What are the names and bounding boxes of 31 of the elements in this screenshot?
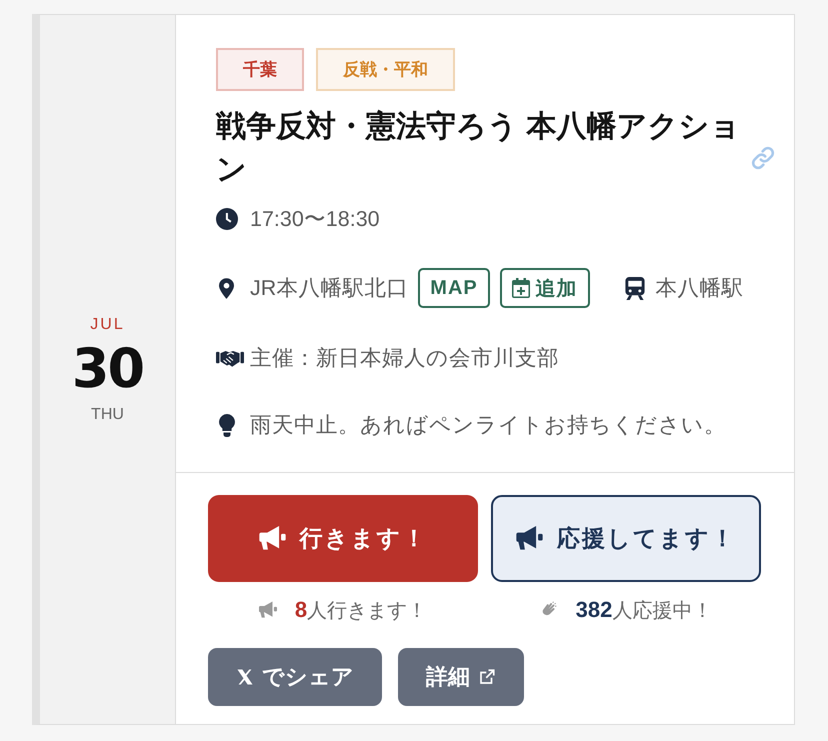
map-button[interactable]: MAP: [418, 268, 490, 308]
event-note: 雨天中止。あればペンライトお持ちください。: [250, 412, 726, 439]
support-button[interactable]: 応援してます！: [491, 495, 761, 582]
going-count: 8人行きます！: [294, 596, 428, 624]
external-link-icon: [478, 668, 496, 686]
category-tag: 千葉: [216, 48, 304, 91]
megaphone-icon: [516, 526, 543, 551]
category-tag: 反戦・平和: [316, 48, 455, 91]
date-weekday: THU: [91, 404, 124, 424]
train-icon: [624, 276, 645, 300]
details-button[interactable]: 詳細: [398, 648, 524, 706]
add-calendar-button[interactable]: 追加: [500, 268, 590, 308]
clock-icon: [216, 208, 238, 230]
megaphone-icon: [258, 601, 277, 619]
going-button[interactable]: 行きます！: [208, 495, 478, 582]
handshake-icon: [216, 349, 244, 367]
event-place: JR本八幡駅北口: [250, 275, 408, 302]
share-button[interactable]: でシェア: [208, 648, 382, 706]
event-time: 17:30〜18:30: [250, 206, 380, 233]
organizer-text: 主催：新日本婦人の会市川支部: [250, 345, 559, 372]
support-count: 382人応援中！: [576, 596, 712, 624]
calendar-plus-icon: [512, 278, 530, 298]
date-day: 30: [72, 338, 144, 398]
link-icon[interactable]: [750, 145, 776, 171]
station-name: 本八幡駅: [656, 275, 744, 302]
lightbulb-icon: [219, 414, 235, 436]
megaphone-icon: [258, 526, 286, 551]
event-title: 戦争反対・憲法守ろう 本八幡アクション: [216, 108, 742, 188]
map-pin-icon: [219, 278, 234, 298]
date-month: JUL: [90, 314, 125, 334]
x-logo-icon: [236, 668, 254, 686]
